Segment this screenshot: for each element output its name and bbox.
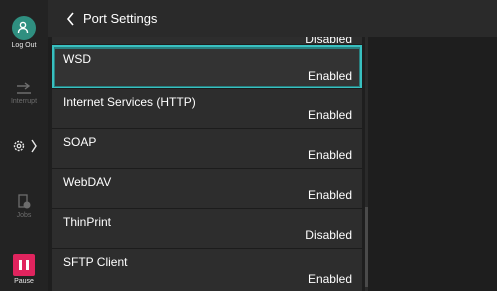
pause-icon [13,254,35,276]
logout-button[interactable]: Log Out [0,16,48,49]
list-item-label: SOAP [63,135,97,149]
page-title: Port Settings [83,11,158,26]
empty-panel [368,37,497,291]
jobs-icon [0,194,48,212]
chevron-left-icon [66,12,74,26]
interrupt-icon [0,82,48,98]
jobs-button[interactable]: Jobs [0,194,48,219]
list-item-soap[interactable]: SOAP Enabled [52,128,362,168]
header-bar: Port Settings [48,0,497,37]
interrupt-label: Interrupt [10,98,38,105]
interrupt-button[interactable]: Interrupt [0,82,48,105]
list-item-sftp[interactable]: SFTP Client Enabled [52,248,362,291]
list-item-label: WebDAV [63,175,112,189]
list-item-value: Enabled [307,272,352,286]
list-item-label: WSD [63,52,91,66]
jobs-label: Jobs [16,212,32,219]
back-button[interactable] [54,4,84,34]
port-settings-list: Disabled WSD Enabled Internet Services (… [52,37,368,291]
list-item-wsd[interactable]: WSD Enabled [52,45,362,89]
list-item-label: SFTP Client [63,255,128,269]
list-item-label: ThinPrint [63,215,112,229]
user-icon [12,16,36,40]
list-item-value: Enabled [307,108,352,122]
list-item-value: Enabled [307,188,352,202]
list-item-value: Enabled [307,148,352,162]
pause-label: Pause [14,278,34,285]
device-settings-button[interactable] [0,138,48,159]
list-item-value: Disabled [305,228,352,242]
list-item-partial[interactable]: Disabled [52,37,362,46]
gear-icon [13,139,37,153]
list-item-webdav[interactable]: WebDAV Enabled [52,168,362,208]
list-item-value: Enabled [307,69,352,83]
list-item-thinprint[interactable]: ThinPrint Disabled [52,208,362,248]
left-rail: Log Out Interrupt Jobs Pause [0,0,48,291]
logout-label: Log Out [11,42,37,49]
list-item-label: Internet Services (HTTP) [63,95,196,109]
pause-button[interactable]: Pause [0,254,48,285]
list-item-http[interactable]: Internet Services (HTTP) Enabled [52,88,362,128]
